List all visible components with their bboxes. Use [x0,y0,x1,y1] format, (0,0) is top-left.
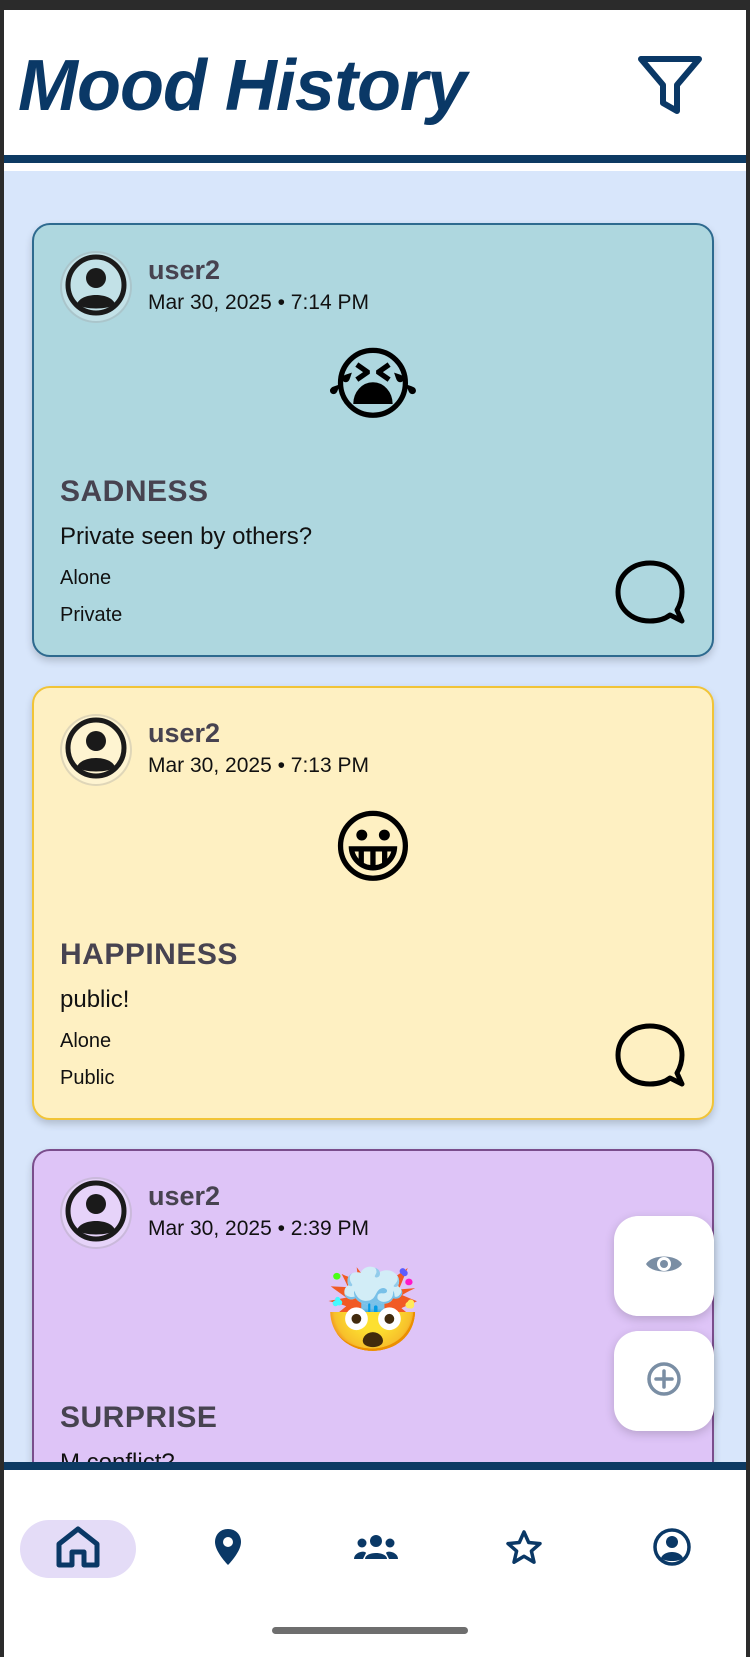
filter-button[interactable] [632,50,708,126]
account-circle-icon [652,1527,692,1572]
star-icon [505,1529,543,1570]
mood-emoji: 🤯 [323,1264,423,1357]
home-icon [56,1526,100,1573]
post-username[interactable]: user2 [148,255,220,286]
nav-favorites[interactable] [466,1520,582,1578]
privacy-status: Private [60,604,123,626]
emotion-label: SADNESS [60,475,209,508]
home-indicator[interactable] [272,1627,468,1634]
post-note: Private seen by others? [60,523,313,550]
social-situation: Alone [60,1030,112,1052]
emotion-label: HAPPINESS [60,938,238,971]
comment-button[interactable] [610,555,690,635]
people-icon [353,1533,399,1566]
eye-icon [644,1251,684,1282]
privacy-status: Public [60,1067,115,1089]
comment-bubble-icon [613,1021,687,1096]
nav-profile[interactable] [614,1520,730,1578]
app-header: Mood History [4,10,746,163]
user-avatar-icon [65,717,127,784]
nav-home[interactable] [20,1520,136,1578]
mood-card[interactable]: user2 Mar 30, 2025 • 2:39 PM 🤯 SURPRISE … [32,1149,714,1471]
mood-emoji: 😭 [326,338,420,431]
filter-icon [635,53,705,124]
avatar[interactable] [60,251,132,323]
post-timestamp: Mar 30, 2025 • 7:13 PM [148,754,369,777]
phone-screen: Mood History user2 Mar 30, 2025 • 7:14 P… [0,10,750,1657]
view-mode-button[interactable] [614,1216,714,1316]
add-mood-button[interactable] [614,1331,714,1431]
mood-emoji: 😀 [331,801,415,894]
post-username[interactable]: user2 [148,1181,220,1212]
post-timestamp: Mar 30, 2025 • 2:39 PM [148,1217,369,1240]
nav-map[interactable] [170,1520,286,1578]
mood-card[interactable]: user2 Mar 30, 2025 • 7:14 PM 😭 SADNESS P… [32,223,714,657]
user-avatar-icon [65,254,127,321]
nav-social[interactable] [318,1520,434,1578]
user-avatar-icon [65,1180,127,1247]
emotion-label: SURPRISE [60,1401,218,1434]
post-note: public! [60,986,130,1013]
page-title: Mood History [18,46,467,126]
comment-bubble-icon [613,558,687,633]
comment-button[interactable] [610,1018,690,1098]
avatar[interactable] [60,714,132,786]
post-timestamp: Mar 30, 2025 • 7:14 PM [148,291,369,314]
post-username[interactable]: user2 [148,718,220,749]
map-pin-icon [213,1527,243,1572]
social-situation: Alone [60,567,112,589]
avatar[interactable] [60,1177,132,1249]
plus-circle-icon [646,1361,682,1402]
mood-card[interactable]: user2 Mar 30, 2025 • 7:13 PM 😀 HAPPINESS… [32,686,714,1120]
